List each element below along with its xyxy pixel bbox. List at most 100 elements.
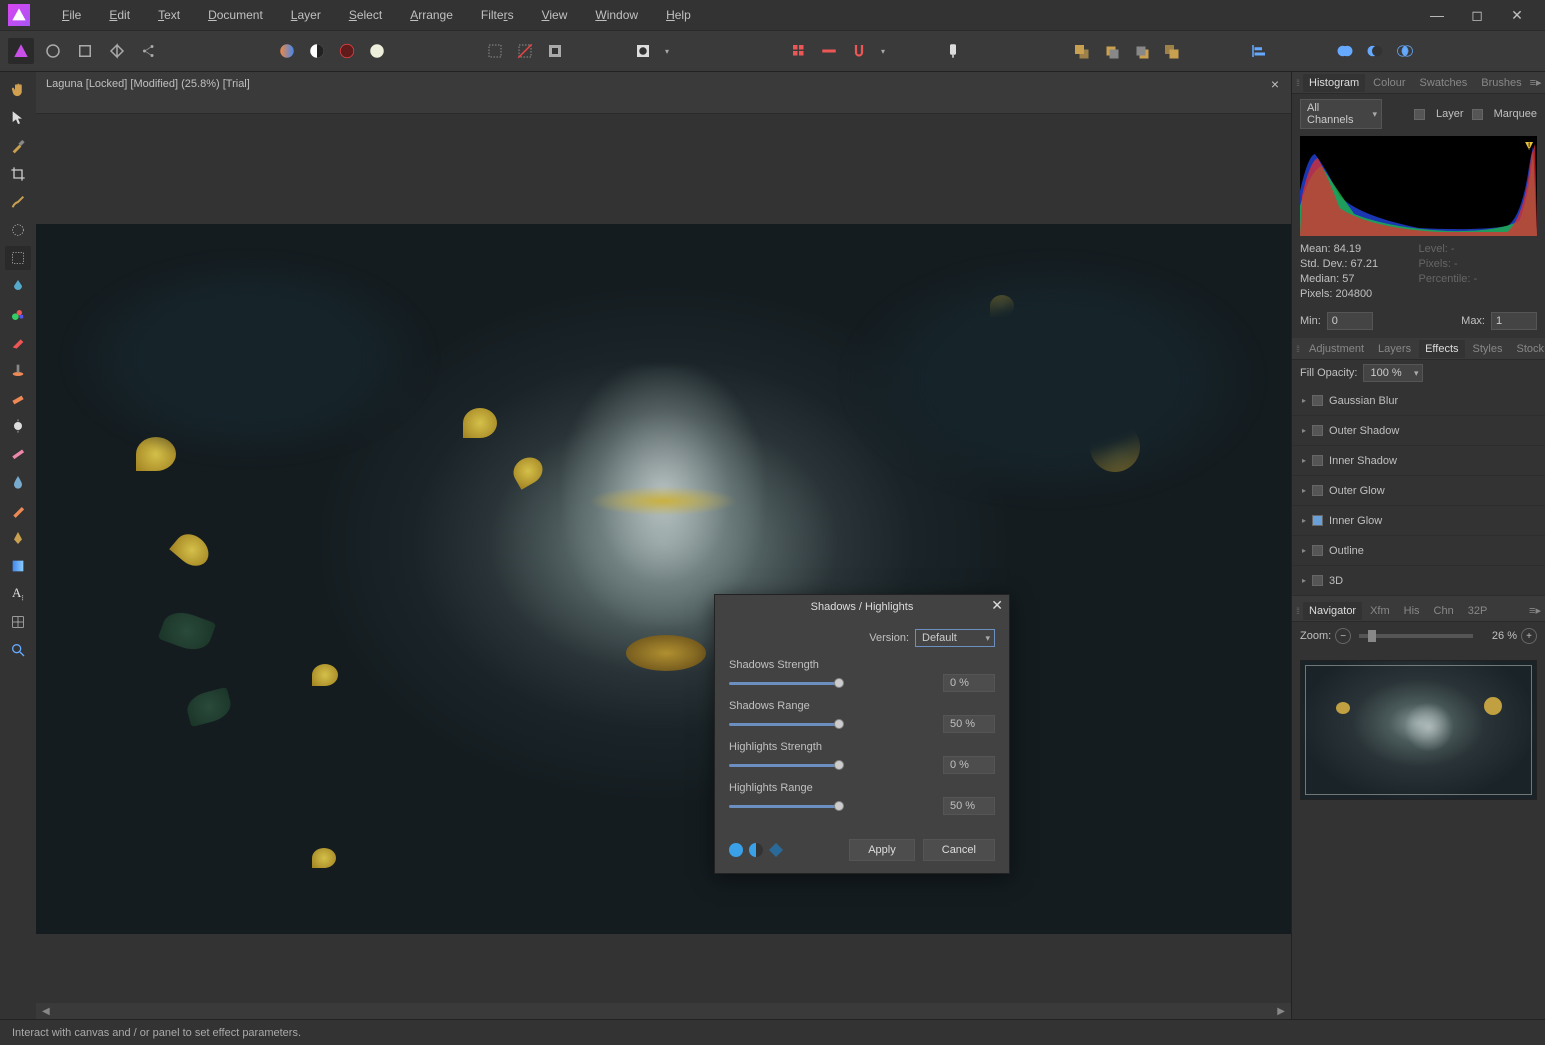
- menu-layer[interactable]: Layer: [277, 0, 335, 30]
- histogram-channel-dropdown[interactable]: All Channels: [1300, 99, 1382, 129]
- panel-menu-icon[interactable]: ≡▸: [1530, 76, 1542, 89]
- document-tab[interactable]: Laguna [Locked] [Modified] (25.8%) [Tria…: [36, 72, 1291, 96]
- toolbar-snap[interactable]: [846, 38, 872, 64]
- highlights-strength-slider[interactable]: [729, 764, 839, 767]
- menu-view[interactable]: View: [528, 0, 582, 30]
- tab-colour[interactable]: Colour: [1367, 74, 1411, 92]
- tab-32p[interactable]: 32P: [1462, 602, 1494, 620]
- window-maximize[interactable]: ◻: [1457, 0, 1497, 30]
- menu-select[interactable]: Select: [335, 0, 396, 30]
- toolbar-selection-new[interactable]: [482, 38, 508, 64]
- dialog-close-button[interactable]: ✕: [991, 597, 1003, 614]
- zoom-in-button[interactable]: +: [1521, 628, 1537, 644]
- shadows-strength-value[interactable]: 0 %: [943, 674, 995, 692]
- toolbar-arrange-forward[interactable]: [1098, 38, 1124, 64]
- zoom-out-button[interactable]: −: [1335, 628, 1351, 644]
- menu-text[interactable]: Text: [144, 0, 194, 30]
- tool-flood-select[interactable]: [5, 274, 31, 298]
- toolbar-autowhite[interactable]: [364, 38, 390, 64]
- tool-move[interactable]: [5, 106, 31, 130]
- persona-export[interactable]: [136, 38, 162, 64]
- document-tab-close[interactable]: ×: [1271, 76, 1279, 92]
- tool-clone[interactable]: [5, 358, 31, 382]
- tool-text[interactable]: A⁝: [5, 582, 31, 606]
- toolbar-selection-deselect[interactable]: [512, 38, 538, 64]
- effect-inner-shadow[interactable]: ▸Inner Shadow: [1292, 446, 1545, 476]
- dialog-apply-button[interactable]: Apply: [849, 839, 915, 861]
- tool-blur[interactable]: [5, 470, 31, 494]
- tab-navigator[interactable]: Navigator: [1303, 602, 1362, 620]
- highlights-range-slider[interactable]: [729, 805, 839, 808]
- persona-liquify[interactable]: [40, 38, 66, 64]
- tool-mesh[interactable]: [5, 610, 31, 634]
- toolbar-autocolors[interactable]: [334, 38, 360, 64]
- toolbar-autolevels[interactable]: [274, 38, 300, 64]
- dialog-titlebar[interactable]: Shadows / Highlights ✕: [715, 595, 1009, 619]
- tool-erase[interactable]: [5, 330, 31, 354]
- tab-his[interactable]: His: [1398, 602, 1426, 620]
- tab-swatches[interactable]: Swatches: [1414, 74, 1474, 92]
- menu-arrange[interactable]: Arrange: [396, 0, 467, 30]
- toolbar-grid[interactable]: [786, 38, 812, 64]
- toolbar-arrange-backward[interactable]: [1128, 38, 1154, 64]
- menu-help[interactable]: Help: [652, 0, 705, 30]
- tool-pen[interactable]: [5, 526, 31, 550]
- window-close[interactable]: ✕: [1497, 0, 1537, 30]
- tool-paintbrush[interactable]: [5, 302, 31, 326]
- tab-stock[interactable]: Stock: [1510, 340, 1545, 358]
- navigator-menu-icon[interactable]: ≡▸: [1529, 604, 1541, 617]
- canvas[interactable]: [36, 114, 1291, 1003]
- tab-histogram[interactable]: Histogram: [1303, 74, 1365, 92]
- effect-outer-shadow[interactable]: ▸Outer Shadow: [1292, 416, 1545, 446]
- tool-zoom[interactable]: [5, 638, 31, 662]
- toolbar-boolean-subtract[interactable]: [1362, 38, 1388, 64]
- tool-pencil[interactable]: [5, 498, 31, 522]
- toolbar-assistant[interactable]: [940, 38, 966, 64]
- tab-styles[interactable]: Styles: [1467, 340, 1509, 358]
- menu-window[interactable]: Window: [581, 0, 652, 30]
- shadows-range-value[interactable]: 50 %: [943, 715, 995, 733]
- tab-effects[interactable]: Effects: [1419, 340, 1464, 358]
- toolbar-quickmask[interactable]: [630, 38, 656, 64]
- dialog-preview-before-icon[interactable]: [729, 843, 743, 857]
- toolbar-snap-dropdown[interactable]: ▾: [876, 38, 890, 64]
- tool-marquee-rect[interactable]: [5, 246, 31, 270]
- tab-brushes[interactable]: Brushes: [1475, 74, 1527, 92]
- shadows-strength-slider[interactable]: [729, 682, 839, 685]
- tool-crop[interactable]: [5, 162, 31, 186]
- persona-develop[interactable]: [72, 38, 98, 64]
- tab-xfm[interactable]: Xfm: [1364, 602, 1396, 620]
- tool-gradient[interactable]: [5, 554, 31, 578]
- fill-opacity-dropdown[interactable]: 100 %: [1363, 364, 1423, 382]
- effect-3d[interactable]: ▸3D: [1292, 566, 1545, 596]
- dialog-preview-mirror-icon[interactable]: [769, 843, 783, 857]
- menu-filters[interactable]: Filters: [467, 0, 528, 30]
- histogram-min-input[interactable]: [1327, 312, 1373, 330]
- dialog-version-dropdown[interactable]: Default: [915, 629, 995, 647]
- highlights-range-value[interactable]: 50 %: [943, 797, 995, 815]
- tool-dodge[interactable]: [5, 414, 31, 438]
- histogram-layer-checkbox[interactable]: [1414, 109, 1425, 120]
- histogram-marquee-checkbox[interactable]: [1472, 109, 1483, 120]
- menu-file[interactable]: File: [48, 0, 95, 30]
- navigator-preview[interactable]: [1300, 660, 1537, 800]
- tab-layers[interactable]: Layers: [1372, 340, 1417, 358]
- highlights-strength-value[interactable]: 0 %: [943, 756, 995, 774]
- tool-color-picker[interactable]: [5, 134, 31, 158]
- toolbar-boolean-add[interactable]: [1332, 38, 1358, 64]
- scrollbar-horizontal[interactable]: ◀▶: [36, 1003, 1291, 1019]
- tool-healing[interactable]: [5, 442, 31, 466]
- effect-outline[interactable]: ▸Outline: [1292, 536, 1545, 566]
- persona-photo[interactable]: [8, 38, 34, 64]
- tool-hand[interactable]: [5, 78, 31, 102]
- window-minimize[interactable]: —: [1417, 0, 1457, 30]
- toolbar-quickmask-dropdown[interactable]: ▾: [660, 38, 674, 64]
- shadows-range-slider[interactable]: [729, 723, 839, 726]
- toolbar-selection-invert[interactable]: [542, 38, 568, 64]
- toolbar-autocontrast[interactable]: [304, 38, 330, 64]
- persona-tonemap[interactable]: [104, 38, 130, 64]
- toolbar-arrange-front[interactable]: [1068, 38, 1094, 64]
- effect-outer-glow[interactable]: ▸Outer Glow: [1292, 476, 1545, 506]
- histogram-max-input[interactable]: [1491, 312, 1537, 330]
- menu-document[interactable]: Document: [194, 0, 277, 30]
